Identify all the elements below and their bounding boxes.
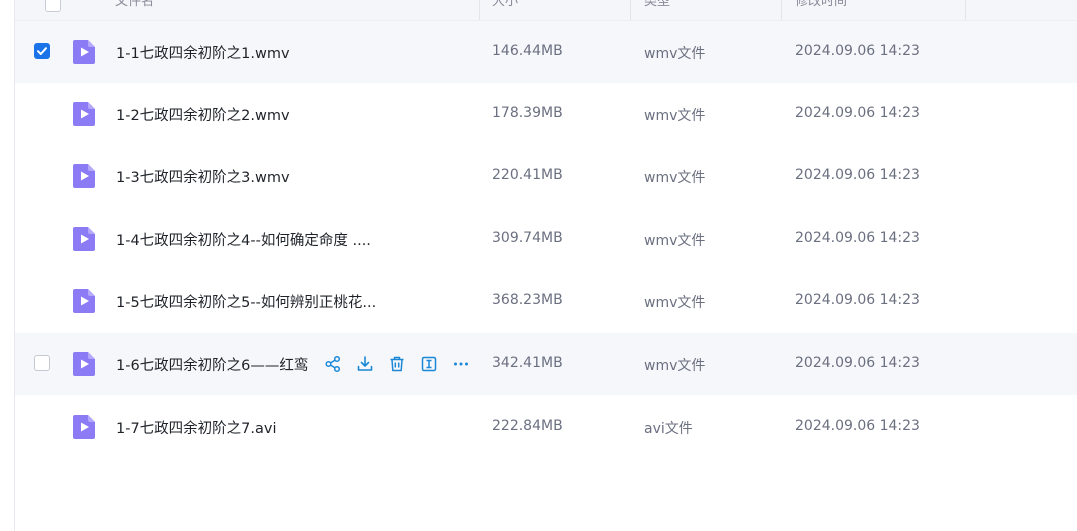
download-icon[interactable] (352, 351, 378, 377)
file-size: 342.41MB (492, 355, 563, 371)
file-size: 146.44MB (492, 43, 563, 59)
file-modified-time: 2024.09.06 14:23 (795, 355, 920, 371)
file-modified-time: 2024.09.06 14:23 (795, 43, 920, 59)
file-size: 309.74MB (492, 230, 563, 246)
file-name[interactable]: 1-3七政四余初阶之3.wmv (116, 166, 290, 187)
row-checkbox[interactable] (34, 355, 50, 371)
file-size: 178.39MB (492, 105, 563, 121)
header-separator (965, 0, 966, 20)
check-icon (37, 47, 47, 55)
file-name[interactable]: 1-7七政四余初阶之7.avi (116, 417, 277, 438)
table-row[interactable]: 1-1七政四余初阶之1.wmv 146.44MB wmv文件 2024.09.0… (15, 21, 1077, 83)
video-file-icon (73, 164, 95, 188)
more-icon[interactable] (448, 351, 474, 377)
delete-icon[interactable] (384, 351, 410, 377)
table-row[interactable]: 1-2七政四余初阶之2.wmv 178.39MB wmv文件 2024.09.0… (15, 83, 1077, 145)
file-modified-time: 2024.09.06 14:23 (795, 167, 920, 183)
file-name[interactable]: 1-2七政四余初阶之2.wmv (116, 104, 290, 125)
video-file-icon (73, 227, 95, 251)
file-type: avi文件 (644, 421, 693, 437)
file-list-page: 文件名 大小 类型 修改时间 1-1七政四余初阶之1.wmv 146.44MB … (0, 0, 1077, 531)
video-file-icon (73, 40, 95, 64)
table-row[interactable]: 1-5七政四余初阶之5--如何辨别正桃花... 368.23MB wmv文件 2… (15, 270, 1077, 332)
file-type: wmv文件 (644, 233, 706, 249)
video-file-icon (73, 289, 95, 313)
file-type: wmv文件 (644, 108, 706, 124)
table-row[interactable]: 1-7七政四余初阶之7.avi 222.84MB avi文件 2024.09.0… (15, 396, 1077, 458)
select-all-checkbox[interactable] (45, 0, 61, 12)
file-modified-time: 2024.09.06 14:23 (795, 292, 920, 308)
video-file-icon (73, 102, 95, 126)
file-name[interactable]: 1-5七政四余初阶之5--如何辨别正桃花... (116, 291, 376, 312)
file-type: wmv文件 (644, 46, 706, 62)
share-icon[interactable] (320, 351, 346, 377)
file-type: wmv文件 (644, 358, 706, 374)
video-file-icon (73, 352, 95, 376)
file-size: 220.41MB (492, 167, 563, 183)
table-header: 文件名 大小 类型 修改时间 (15, 0, 1077, 21)
rename-icon[interactable] (416, 351, 442, 377)
file-modified-time: 2024.09.06 14:23 (795, 230, 920, 246)
table-row[interactable]: 1-6七政四余初阶之6——红鸾 342.41MB wmv文件 2024.09.0… (15, 333, 1077, 395)
header-separator (479, 0, 480, 20)
table-row[interactable]: 1-4七政四余初阶之4--如何确定命度 .... 309.74MB wmv文件 … (15, 208, 1077, 270)
file-modified-time: 2024.09.06 14:23 (795, 418, 920, 434)
file-name[interactable]: 1-1七政四余初阶之1.wmv (116, 42, 290, 63)
file-type: wmv文件 (644, 170, 706, 186)
file-modified-time: 2024.09.06 14:23 (795, 105, 920, 121)
row-checkbox[interactable] (34, 43, 50, 59)
file-name[interactable]: 1-6七政四余初阶之6——红鸾 (116, 354, 316, 375)
file-type: wmv文件 (644, 295, 706, 311)
table-row[interactable]: 1-3七政四余初阶之3.wmv 220.41MB wmv文件 2024.09.0… (15, 145, 1077, 207)
header-separator (781, 0, 782, 20)
file-size: 222.84MB (492, 418, 563, 434)
file-size: 368.23MB (492, 292, 563, 308)
header-separator (630, 0, 631, 20)
video-file-icon (73, 415, 95, 439)
file-name[interactable]: 1-4七政四余初阶之4--如何确定命度 .... (116, 229, 371, 250)
